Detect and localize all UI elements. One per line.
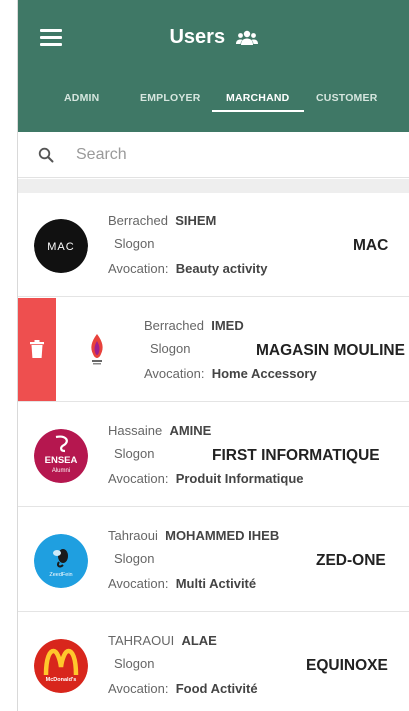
avocation-line: Avocation: Multi Activité <box>108 576 256 591</box>
slogan-label: Slogon <box>114 236 155 251</box>
search-bar <box>18 132 409 178</box>
avocation-line: Avocation: Produit Informatique <box>108 471 304 486</box>
list-item[interactable]: Berrached IMED Slogon MAGASIN MOULINE Av… <box>18 298 409 402</box>
avocation-label: Avocation: <box>108 261 169 276</box>
mcdonalds-logo-text: McDonald's <box>46 677 77 683</box>
avocation-value: Multi Activité <box>175 576 257 591</box>
page-title: Users <box>169 26 226 48</box>
tab-customer[interactable]: CUSTOMER <box>316 92 378 104</box>
slogan-label: Slogon <box>114 446 155 461</box>
list-item[interactable]: ENSEA Alumni Hassaine AMINE Slogon FIRST… <box>18 403 409 507</box>
slogan-value: EQUINOXE <box>306 657 388 674</box>
users-group-icon <box>235 30 258 45</box>
avocation-value: Food Activité <box>175 681 258 696</box>
search-input[interactable] <box>76 142 376 168</box>
tab-employer[interactable]: EMPLOYER <box>140 92 201 104</box>
mcdonalds-logo-icon: McDonald's <box>34 639 88 693</box>
search-icon <box>38 147 54 163</box>
list-item[interactable]: McDonald's TAHRAOUI ALAE Slogon EQUINOXE… <box>18 613 409 711</box>
last-name: AMINE <box>169 423 212 438</box>
avocation-value: Home Accessory <box>211 366 317 381</box>
last-name: ALAE <box>181 633 217 648</box>
tab-admin[interactable]: ADMIN <box>64 92 99 104</box>
list-item-content: MAC Berrached SIHEM Slogon MAC Avocation… <box>18 193 409 296</box>
tab-marchand[interactable]: MARCHAND <box>226 92 289 104</box>
last-name: MOHAMMED IHEB <box>165 528 280 543</box>
list-item-content: ENSEA Alumni Hassaine AMINE Slogon FIRST… <box>18 403 409 506</box>
avocation-line: Avocation: Beauty activity <box>108 261 267 276</box>
ensea-logo-icon: ENSEA Alumni <box>34 429 88 483</box>
trash-icon <box>30 340 44 358</box>
ensea-logo-text: ENSEA <box>45 455 78 466</box>
user-name: Tahraoui MOHAMMED IHEB <box>108 528 279 543</box>
flame-logo-icon <box>70 324 124 378</box>
mac-logo-text: MAC <box>47 241 74 253</box>
avocation-line: Avocation: Food Activité <box>108 681 258 696</box>
user-name: Berrached SIHEM <box>108 213 216 228</box>
list-item-content: McDonald's TAHRAOUI ALAE Slogon EQUINOXE… <box>18 613 409 711</box>
first-name: Berrached <box>108 213 168 228</box>
last-name: SIHEM <box>175 213 217 228</box>
mac-logo-icon: MAC <box>34 219 88 273</box>
list-item[interactable]: ZeedFein Tahraoui MOHAMMED IHEB Slogon Z… <box>18 508 409 612</box>
header-title-wrap: Users <box>18 26 409 49</box>
avocation-label: Avocation: <box>108 681 169 696</box>
active-tab-indicator <box>212 110 304 112</box>
list-spacer <box>18 179 409 193</box>
slogan-label: Slogon <box>150 341 191 356</box>
first-name: Hassaine <box>108 423 163 438</box>
avocation-value: Beauty activity <box>175 261 268 276</box>
list-item-content: ZeedFein Tahraoui MOHAMMED IHEB Slogon Z… <box>18 508 409 611</box>
first-name: TAHRAOUI <box>108 633 175 648</box>
slogan-value: MAC <box>353 237 389 254</box>
ensea-logo-subtext: Alumni <box>52 468 70 474</box>
user-name: Hassaine AMINE <box>108 423 211 438</box>
bee-logo-text: ZeedFein <box>49 572 72 578</box>
slogan-label: Slogon <box>114 656 155 671</box>
avocation-label: Avocation: <box>144 366 205 381</box>
avocation-label: Avocation: <box>108 471 169 486</box>
avocation-label: Avocation: <box>108 576 169 591</box>
role-tabs: ADMIN EMPLOYER MARCHAND CUSTOMER <box>18 86 409 116</box>
slogan-value: FIRST INFORMATIQUE <box>212 447 380 464</box>
bee-logo-icon: ZeedFein <box>34 534 88 588</box>
list-item-content: Berrached IMED Slogon MAGASIN MOULINE Av… <box>54 298 409 401</box>
first-name: Berrached <box>144 318 204 333</box>
left-margin <box>0 0 18 711</box>
app-header: Users ADMIN EMPLOYER MARCHAND CUSTOMER <box>18 0 409 132</box>
delete-button[interactable] <box>18 298 56 401</box>
last-name: IMED <box>211 318 244 333</box>
list-item[interactable]: MAC Berrached SIHEM Slogon MAC Avocation… <box>18 193 409 297</box>
user-name: Berrached IMED <box>144 318 244 333</box>
slogan-value: MAGASIN MOULINE <box>256 342 405 359</box>
first-name: Tahraoui <box>108 528 158 543</box>
user-name: TAHRAOUI ALAE <box>108 633 217 648</box>
slogan-value: ZED-ONE <box>316 552 386 569</box>
slogan-label: Slogon <box>114 551 155 566</box>
avocation-value: Produit Informatique <box>175 471 304 486</box>
avocation-line: Avocation: Home Accessory <box>144 366 317 381</box>
users-screen: Users ADMIN EMPLOYER MARCHAND CUSTOMER S… <box>18 0 409 711</box>
